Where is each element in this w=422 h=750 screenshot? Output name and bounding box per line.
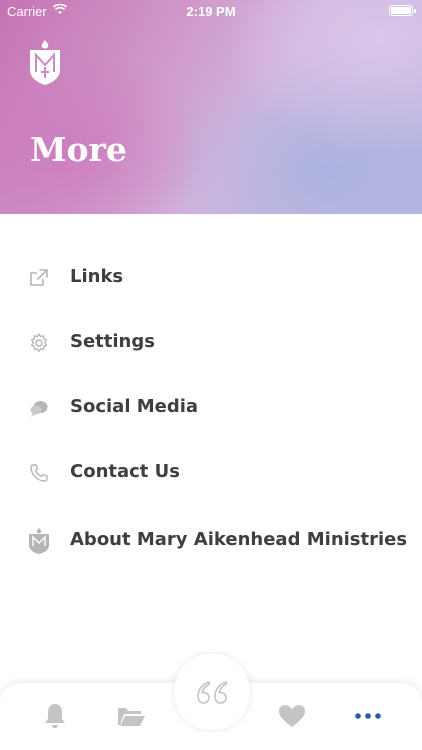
bell-icon xyxy=(45,704,65,728)
menu-item-settings[interactable]: Settings xyxy=(0,318,422,368)
gear-icon xyxy=(30,333,48,353)
more-dots-icon xyxy=(355,713,381,719)
menu-item-label: Social Media xyxy=(70,396,199,417)
external-link-icon xyxy=(30,269,48,286)
menu-item-label: Contact Us xyxy=(70,461,181,482)
page-title: More xyxy=(30,130,127,169)
tab-quotes-button[interactable] xyxy=(174,654,250,730)
folder-icon xyxy=(118,708,145,726)
chat-bubbles-icon xyxy=(30,401,48,417)
menu-item-label: Links xyxy=(70,266,124,287)
crest-icon xyxy=(29,528,49,554)
menu-item-contact-us[interactable]: Contact Us xyxy=(0,448,422,498)
tab-favorites[interactable] xyxy=(276,701,308,731)
tab-library[interactable] xyxy=(115,701,147,731)
heart-icon xyxy=(279,705,305,727)
menu-item-label: About Mary Aikenhead Ministries xyxy=(70,529,408,550)
battery-icon xyxy=(389,5,416,16)
status-time: 2:19 PM xyxy=(186,4,236,19)
status-bar: Carrier 2:19 PM xyxy=(0,0,422,22)
menu-item-links[interactable]: Links xyxy=(0,253,422,303)
quote-icon xyxy=(197,681,228,704)
header-banner: Carrier 2:19 PM More xyxy=(0,0,422,214)
crest-logo-icon xyxy=(30,40,60,85)
tab-more[interactable] xyxy=(352,701,384,731)
tab-notifications[interactable] xyxy=(39,701,71,731)
phone-icon xyxy=(30,464,48,482)
menu-item-about[interactable]: About Mary Aikenhead Ministries xyxy=(0,516,422,566)
menu-item-social-media[interactable]: Social Media xyxy=(0,383,422,433)
menu-item-label: Settings xyxy=(70,331,155,352)
